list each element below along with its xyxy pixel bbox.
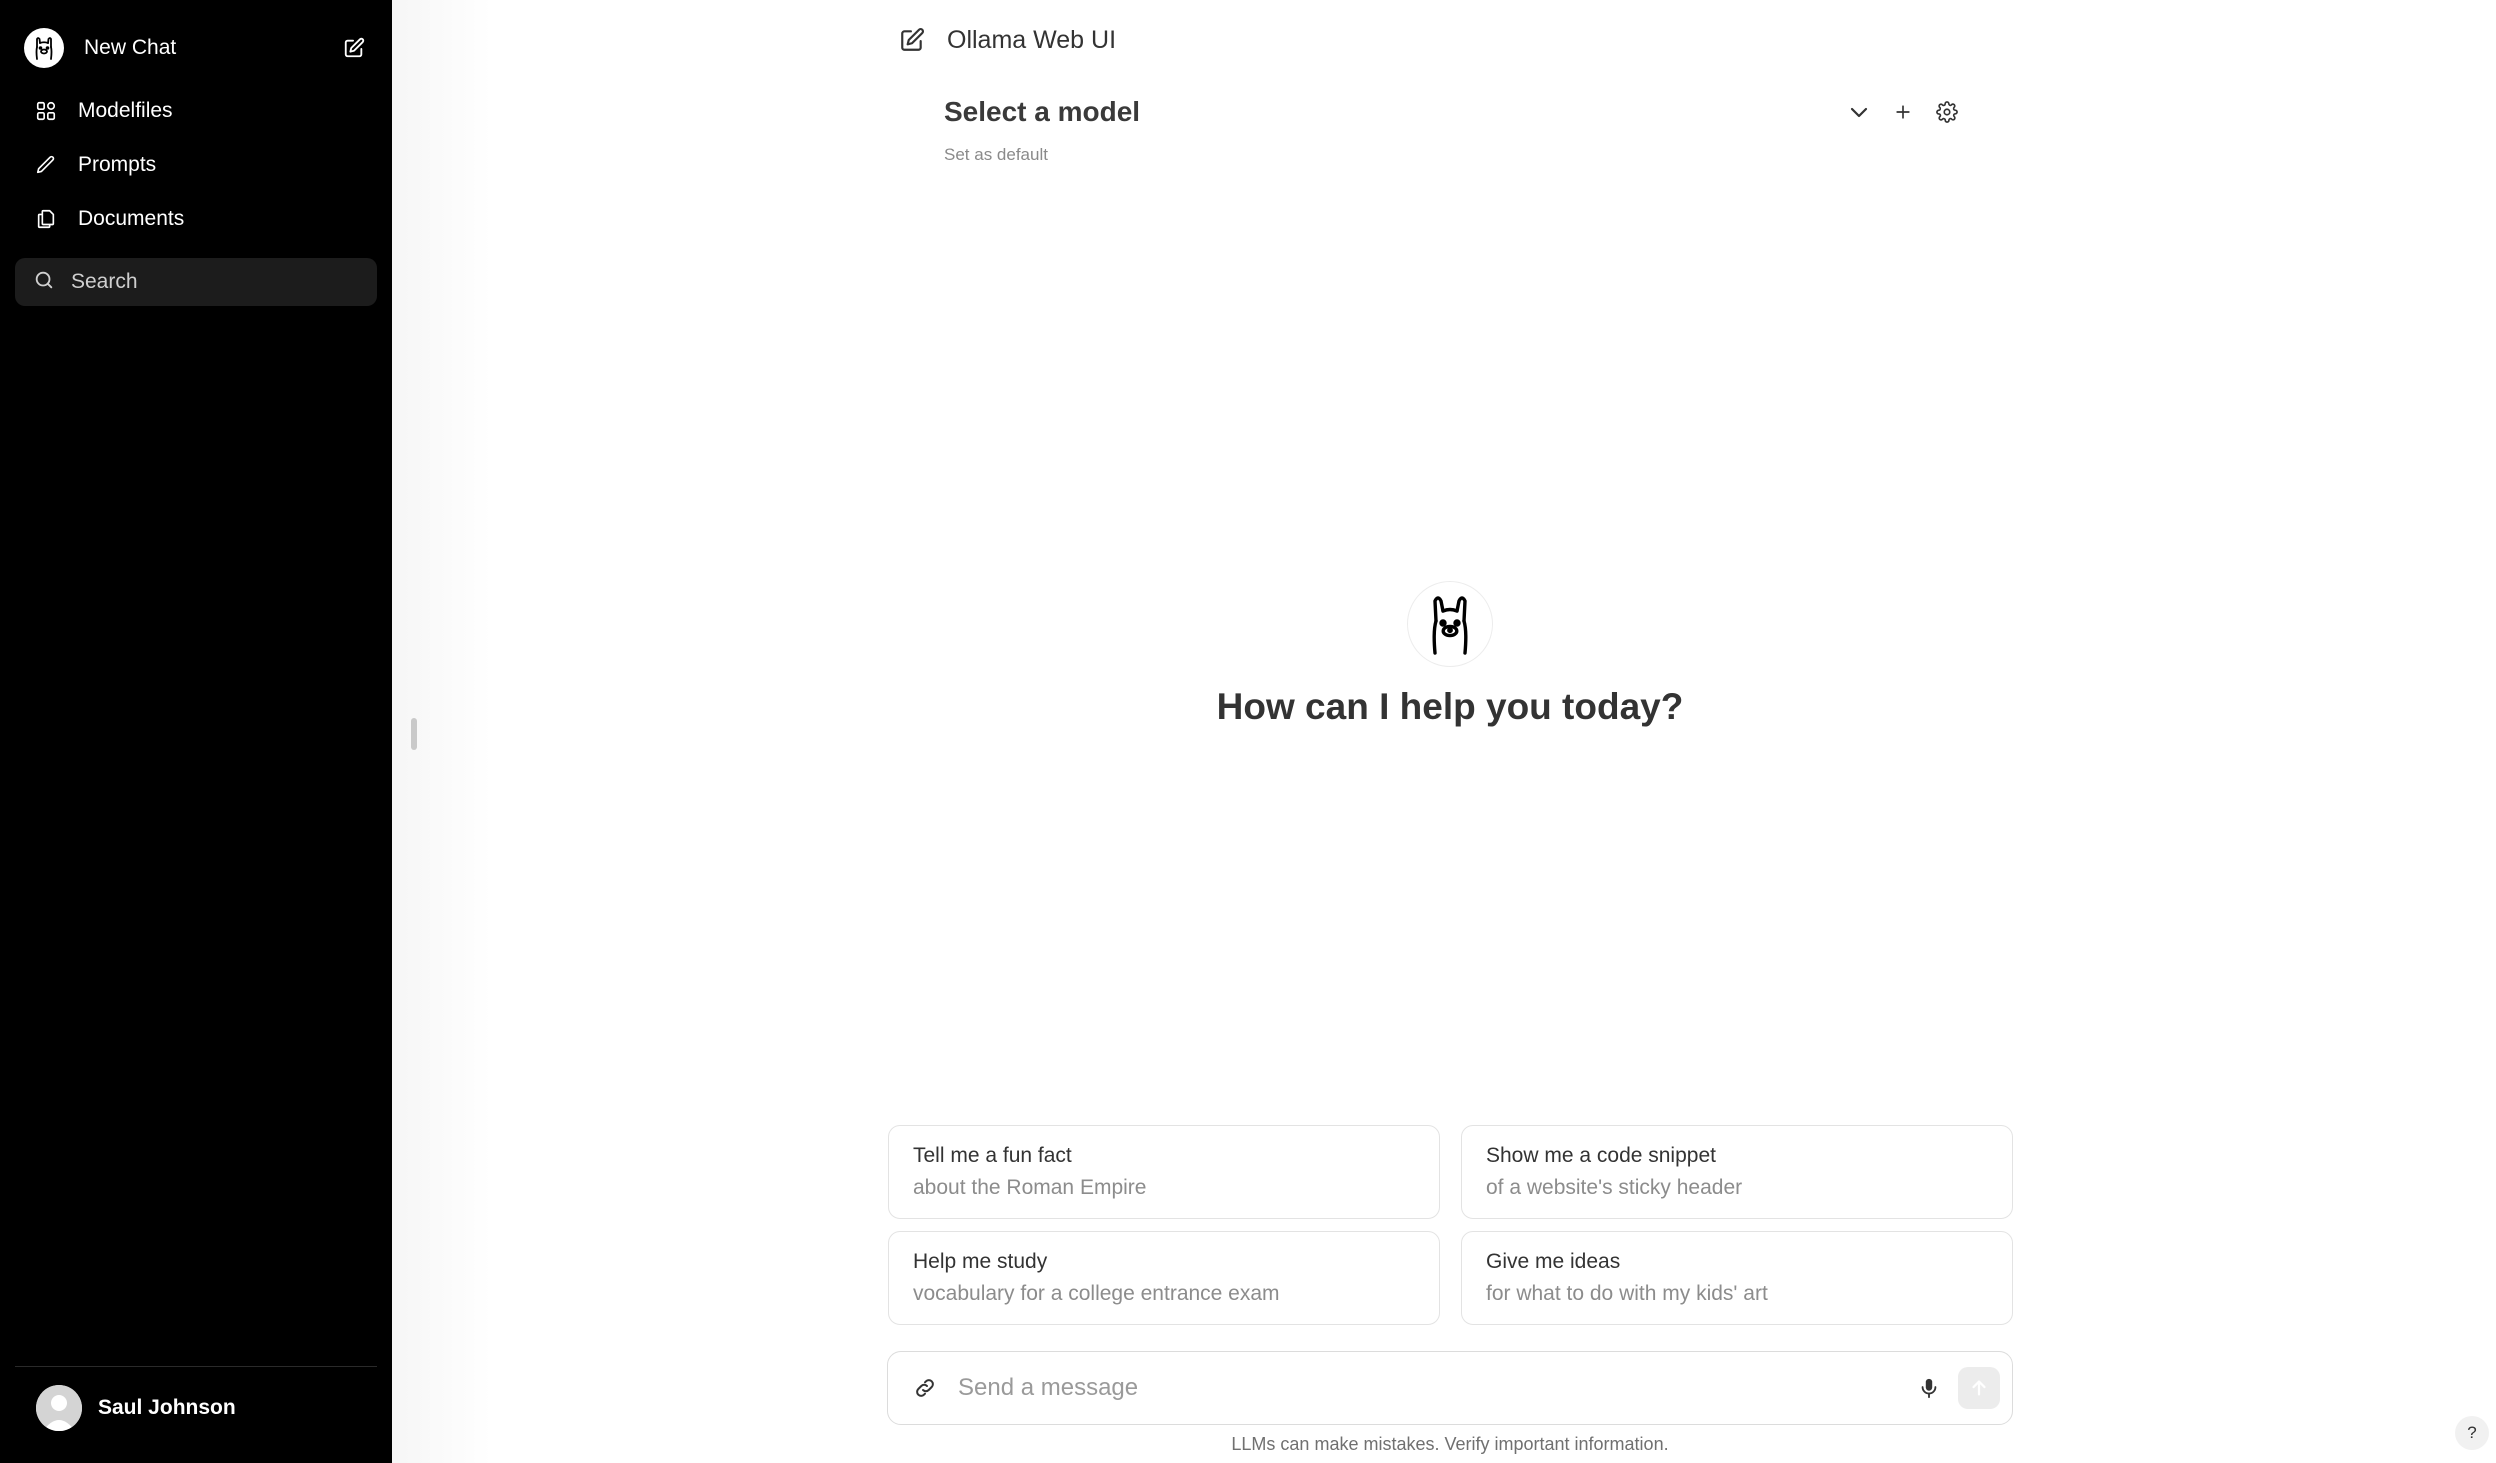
suggestion-card[interactable]: Tell me a fun fact about the Roman Empir… [888,1125,1440,1219]
ollama-logo-icon [1407,581,1493,667]
sidebar-item-modelfiles[interactable]: Modelfiles [16,86,376,136]
sidebar-item-label: Prompts [78,153,157,176]
model-selector: Select a model [944,92,1964,132]
suggestion-title: Give me ideas [1486,1250,1621,1273]
grid-icon [34,99,58,123]
suggestion-title: Tell me a fun fact [913,1144,1072,1167]
new-chat-label: New Chat [84,36,177,59]
set-default-link[interactable]: Set as default [944,145,1048,165]
sidebar: New Chat Modelfiles Prompts Documents Se… [0,0,392,1463]
suggestion-subtitle: of a website's sticky header [1486,1176,1743,1199]
search-input[interactable] [71,270,361,294]
documents-icon [34,207,58,231]
message-composer [887,1351,2013,1425]
avatar [36,1385,82,1431]
sidebar-item-documents[interactable]: Documents [16,194,376,244]
sidebar-item-prompts[interactable]: Prompts [16,140,376,190]
sidebar-item-label: Modelfiles [78,99,173,122]
new-chat-icon[interactable] [895,23,929,57]
suggestion-card[interactable]: Give me ideas for what to do with my kid… [1461,1231,2013,1325]
pencil-icon [34,153,58,177]
sidebar-item-label: Documents [78,207,185,230]
disclaimer-text: LLMs can make mistakes. Verify important… [1231,1434,1669,1454]
add-model-icon[interactable] [1886,95,1920,129]
sidebar-resize-handle[interactable] [411,718,417,750]
compose-icon[interactable] [340,34,368,62]
suggestion-subtitle: vocabulary for a college entrance exam [913,1282,1280,1305]
model-select-label[interactable]: Select a model [944,96,1832,128]
suggestion-card[interactable]: Show me a code snippet of a website's st… [1461,1125,2013,1219]
send-button[interactable] [1958,1367,2000,1409]
page-title: Ollama Web UI [947,25,1117,54]
suggestion-subtitle: about the Roman Empire [913,1176,1147,1199]
suggestion-title: Show me a code snippet [1486,1144,1716,1167]
paperclip-icon[interactable] [908,1371,942,1405]
suggestion-card[interactable]: Help me study vocabulary for a college e… [888,1231,1440,1325]
sidebar-shadow [392,0,492,1463]
sidebar-divider [15,1366,377,1367]
new-chat-button[interactable]: New Chat [16,22,376,74]
suggestion-title: Help me study [913,1250,1048,1273]
user-menu[interactable]: Saul Johnson [36,1385,236,1431]
sidebar-search[interactable] [15,258,377,306]
message-input[interactable] [958,1374,1912,1402]
chevron-down-icon[interactable] [1842,95,1876,129]
microphone-icon[interactable] [1912,1371,1946,1405]
user-name: Saul Johnson [98,1396,236,1419]
search-icon [33,269,55,296]
greeting-heading: How can I help you today? [1216,686,1684,727]
help-button[interactable]: ? [2455,1416,2489,1450]
suggestion-subtitle: for what to do with my kids' art [1486,1282,1768,1305]
ollama-logo-icon [24,28,64,68]
gear-icon[interactable] [1930,95,1964,129]
top-bar: Ollama Web UI [895,20,1116,60]
